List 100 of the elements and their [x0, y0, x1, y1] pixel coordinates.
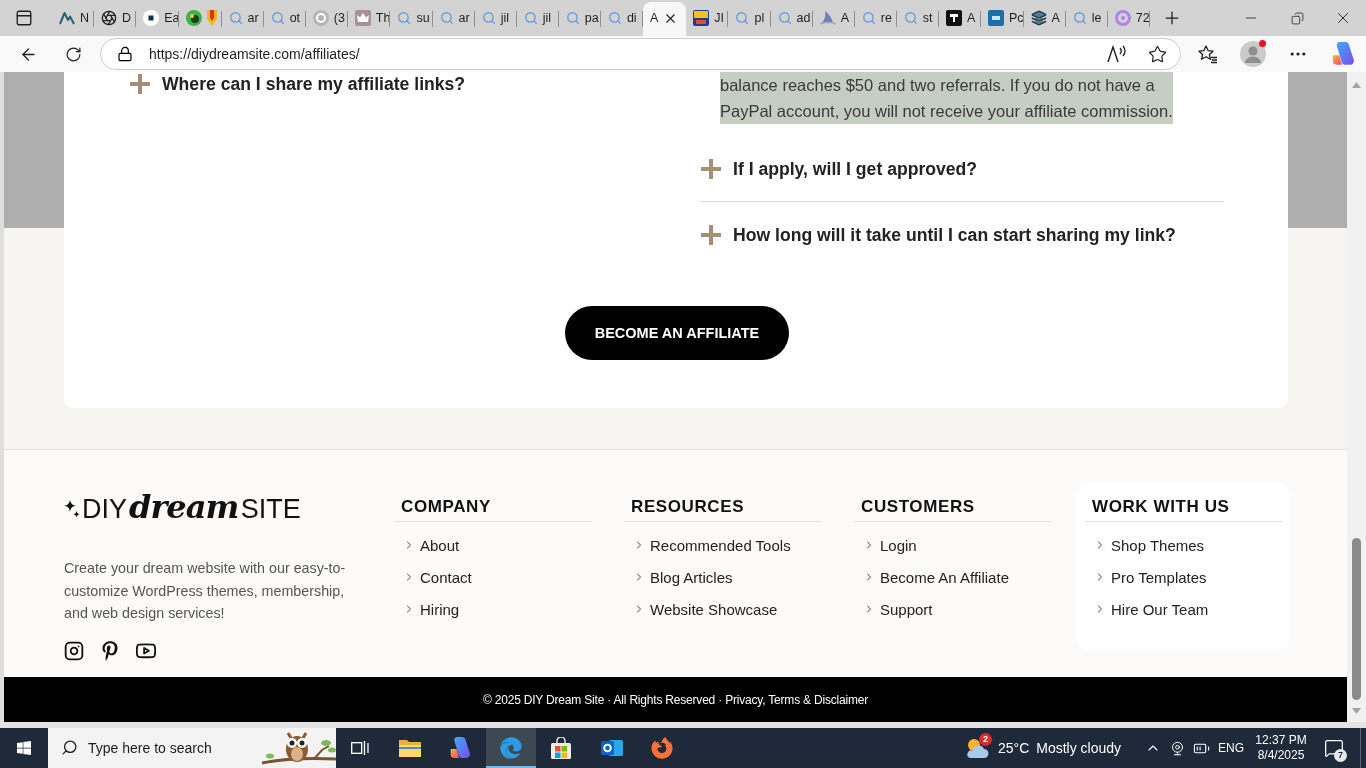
browser-tab[interactable]: A	[938, 2, 981, 36]
search-icon	[397, 11, 412, 25]
browser-tab[interactable]: jil	[474, 2, 517, 36]
browser-tab[interactable]: JI	[686, 2, 729, 36]
notification-dot-icon	[1259, 40, 1266, 47]
search-icon	[439, 11, 454, 25]
browser-tab[interactable]: ad	[770, 2, 813, 36]
footer-description: Create your dream website with our easy-to- customize WordPress themes, membership, and web design services!	[64, 559, 347, 623]
youtube-icon[interactable]	[136, 640, 156, 661]
search-icon	[565, 11, 580, 25]
address-bar[interactable]: https://diydreamsite.com/affiliates/	[100, 38, 1181, 70]
footer-link[interactable]: Recommended Tools	[624, 529, 822, 561]
browser-tab[interactable]: A	[812, 2, 855, 36]
gradient-logo-icon[interactable]	[1331, 42, 1355, 66]
fox-globe-icon[interactable]	[651, 737, 674, 759]
taskbar-clock[interactable]: 12:37 PM 8/4/2025	[1249, 728, 1313, 768]
browser-tab[interactable]: pa	[558, 2, 601, 36]
pinterest-icon[interactable]	[100, 640, 120, 661]
footer-link[interactable]: About	[394, 529, 592, 561]
footer-link[interactable]: Hiring	[394, 593, 592, 625]
browser-tab[interactable]: A	[643, 2, 687, 36]
mountain-lines-icon	[59, 11, 75, 25]
browser-icon[interactable]	[499, 737, 522, 759]
faq-question[interactable]: Where can I share my affiliate links?	[130, 72, 660, 96]
folder-icon[interactable]	[398, 739, 421, 757]
column-heading: COMPANY	[394, 496, 592, 522]
browser-tab[interactable]: st	[896, 2, 939, 36]
browser-tab[interactable]: re	[854, 2, 897, 36]
browser-tab[interactable]: D	[94, 2, 137, 36]
copyright-text: © 2025 DIY Dream Site · All Rights Reserved · Privacy, Terms & Disclaimer	[482, 692, 868, 707]
search-icon	[607, 11, 622, 25]
plus-icon[interactable]	[701, 159, 721, 179]
alert-badge: 2	[979, 733, 992, 746]
logo-wordmark[interactable]: DIYdreamSITE	[82, 491, 301, 525]
store-icon[interactable]	[550, 737, 573, 759]
browser-tab[interactable]: di	[600, 2, 643, 36]
become-affiliate-button[interactable]: BECOME AN AFFILIATE	[564, 306, 790, 360]
refresh-icon[interactable]	[64, 45, 82, 63]
browser-tab[interactable]: jil	[516, 2, 559, 36]
browser-tab[interactable]: pl	[728, 2, 771, 36]
round-logo-icon	[312, 10, 329, 26]
browser-tab[interactable]: le	[1065, 2, 1108, 36]
avatar-icon[interactable]	[1240, 41, 1266, 67]
task-view-icon[interactable]	[351, 740, 369, 756]
instagram-icon[interactable]	[64, 640, 84, 661]
browser-tab[interactable]: Pc	[981, 2, 1024, 36]
tile-logo-icon	[988, 10, 1004, 26]
browser-tab[interactable]: ot	[263, 2, 306, 36]
footer-link[interactable]: Login	[854, 529, 1052, 561]
scrollbar-thumb[interactable]	[1352, 538, 1361, 700]
browser-tab[interactable]: ar	[432, 2, 475, 36]
footer-link[interactable]: Become An Affiliate	[854, 561, 1052, 593]
star-icon[interactable]	[1147, 44, 1167, 64]
plus-icon[interactable]	[130, 74, 150, 94]
search-icon	[61, 739, 78, 756]
search-icon	[481, 11, 496, 25]
faq-question[interactable]: How long will it take until I can start sharing my link?	[701, 223, 1224, 247]
browser-tab[interactable]: su	[390, 2, 433, 36]
column-heading: WORK WITH US	[1085, 496, 1282, 522]
plus-icon[interactable]	[701, 225, 721, 245]
search-icon	[735, 11, 750, 25]
read-aloud-icon[interactable]	[1107, 45, 1127, 63]
footer-link[interactable]: Shop Themes	[1085, 529, 1282, 561]
favorites-icon[interactable]	[1198, 44, 1218, 64]
weather-button[interactable]: 2 25°C Mostly cloudy	[962, 728, 1133, 768]
faq-question[interactable]: If I apply, will I get approved?	[701, 157, 1224, 181]
browser-tab[interactable]: (3	[305, 2, 348, 36]
footer-link[interactable]: Website Showcase	[624, 593, 822, 625]
mail-icon[interactable]	[600, 738, 623, 758]
tile-logo-icon	[693, 10, 710, 26]
footer-link[interactable]: Pro Templates	[1085, 561, 1282, 593]
window-icon[interactable]	[15, 9, 33, 27]
restore-icon[interactable]	[1290, 11, 1304, 25]
round-logo-icon	[143, 10, 160, 26]
layers-icon	[1030, 10, 1047, 26]
search-icon	[523, 11, 538, 25]
taskbar-search-field[interactable]: Type here to search	[48, 728, 336, 768]
round-logo-icon	[186, 10, 203, 26]
browser-tab[interactable]: A	[1023, 2, 1066, 36]
browser-tab[interactable]: N	[52, 2, 95, 36]
footer-link[interactable]: Blog Articles	[624, 561, 822, 593]
browser-tab[interactable]: ar	[221, 2, 264, 36]
footer-link[interactable]: Hire Our Team	[1085, 593, 1282, 625]
browser-tab[interactable]: 72	[1107, 2, 1150, 36]
chess-queen-icon	[354, 10, 371, 26]
footer-link[interactable]: Contact	[394, 561, 592, 593]
windows-icon[interactable]	[16, 740, 32, 756]
search-icon	[777, 11, 792, 25]
search-icon	[861, 11, 876, 25]
gradient-logo-icon[interactable]	[449, 737, 472, 759]
search-icon	[270, 11, 285, 25]
webcam-icon[interactable]	[1169, 740, 1185, 756]
legal-link[interactable]: Privacy, Terms & Disclaimer	[725, 692, 868, 707]
language-button[interactable]: ENG	[1213, 728, 1249, 768]
tile-logo-icon	[945, 10, 962, 26]
browser-tab[interactable]: Ea	[136, 2, 180, 36]
cloud-sun-icon	[965, 737, 989, 759]
lock-icon[interactable]	[117, 46, 133, 62]
footer-link[interactable]: Support	[854, 593, 1052, 625]
search-icon	[228, 11, 243, 25]
